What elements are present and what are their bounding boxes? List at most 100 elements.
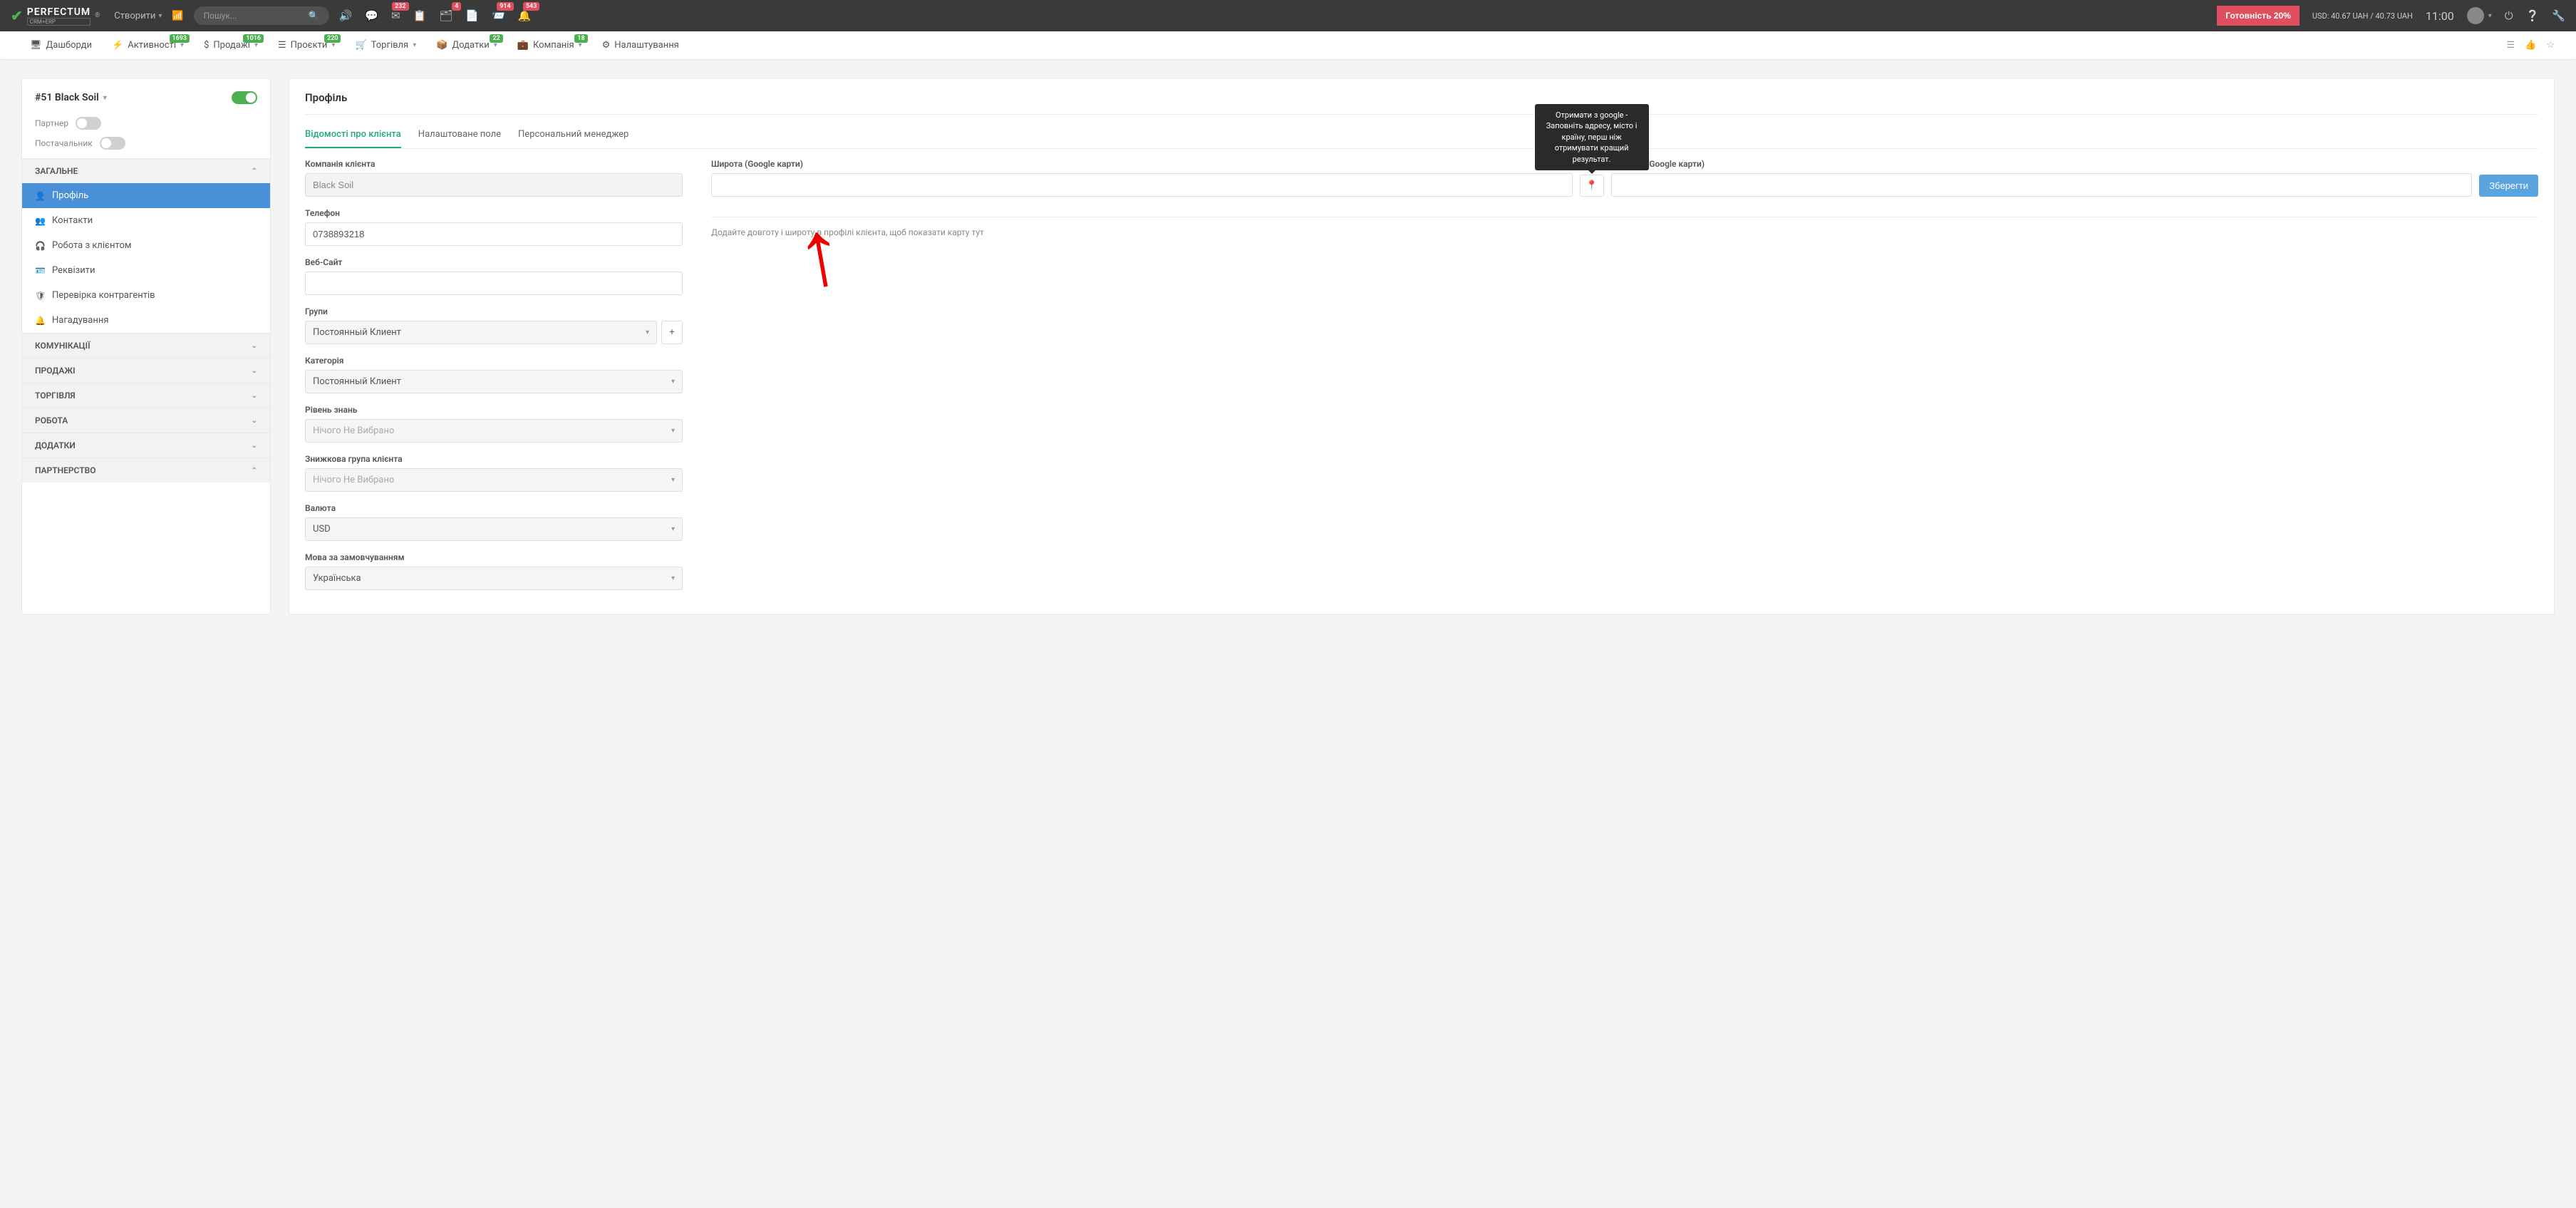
bolt-icon: ⚡ [112, 40, 123, 51]
lat-input[interactable] [711, 173, 1573, 197]
partner-toggle[interactable] [76, 117, 101, 130]
chat-icon[interactable]: 💬 [365, 9, 378, 22]
nav-label: Проєкти [291, 40, 328, 51]
mail-icon[interactable]: ✉ 232 [391, 9, 400, 22]
menu-contacts-label: Контакти [52, 215, 93, 226]
active-toggle[interactable] [232, 91, 257, 104]
category-value: Постоянный Клиент [313, 376, 401, 387]
create-menu[interactable]: Створити ▾ [114, 11, 162, 21]
menu-reminders-label: Нагадування [52, 315, 109, 326]
tab-personal-manager[interactable]: Персональний менеджер [518, 122, 629, 148]
speaker-icon[interactable]: 🔊 [339, 9, 353, 22]
knowledge-select[interactable]: Нічого Не Вибрано ▾ [305, 419, 683, 443]
groups-select[interactable]: Постоянный Клиент ▾ [305, 321, 657, 344]
category-select[interactable]: Постоянный Клиент ▾ [305, 370, 683, 393]
mail-badge: 232 [392, 2, 408, 11]
discount-select[interactable]: Нічого Не Вибрано ▾ [305, 468, 683, 492]
readiness-button[interactable]: Готовність 20% [2217, 6, 2300, 26]
discount-label: Знижкова група клієнта [305, 454, 683, 464]
stats-icon[interactable]: 📶 [172, 11, 183, 21]
nav-activities[interactable]: ⚡ Активності ▾ 1693 [103, 40, 192, 51]
chevron-down-icon: ⌄ [252, 442, 257, 450]
box-icon: 📦 [436, 40, 448, 51]
power-icon[interactable]: ⏻ [2505, 9, 2513, 22]
page-body: #51 Black Soil ▾ Партнер Постачальник ЗА… [0, 60, 2576, 633]
annotation-arrow: ↑ [787, 195, 852, 311]
menu-reminders[interactable]: 🔔 Нагадування [22, 308, 270, 333]
nav-badge: 1693 [170, 34, 190, 43]
chevron-down-icon: ▾ [671, 427, 675, 435]
nav-sales[interactable]: $ Продажі ▾ 1016 [195, 40, 267, 51]
phone-input[interactable] [305, 222, 683, 246]
topbar-icons: 🔊 💬 ✉ 232 📋 🗂 4 📄 📨 914 🔔 543 [339, 9, 532, 22]
menu-requisites[interactable]: 🪪 Реквізити [22, 258, 270, 283]
lon-input[interactable] [1611, 173, 2473, 197]
help-icon[interactable]: ❔ [2526, 9, 2540, 22]
dollar-icon: $ [204, 40, 209, 51]
google-tooltip: Отримати з google - Заповніть адресу, мі… [1535, 104, 1649, 170]
lat-label: Широта (Google карти) [711, 159, 1573, 169]
form-right: Широта (Google карти) 📍 Отримати з googl… [711, 159, 2538, 602]
tab-client-info[interactable]: Відомості про клієнта [305, 122, 401, 148]
chevron-down-icon: ⌄ [252, 417, 257, 425]
website-input[interactable] [305, 272, 683, 295]
section-addons-label: ДОДАТКИ [35, 440, 76, 450]
tab-custom-field[interactable]: Налаштоване поле [418, 122, 501, 148]
inbox-icon[interactable]: 📨 914 [492, 9, 505, 22]
menu-counterparty[interactable]: 🛡 Перевірка контрагентів [22, 283, 270, 308]
menu-work[interactable]: 🎧 Робота з клієнтом [22, 233, 270, 258]
thumbs-icon[interactable]: 👍 [2525, 40, 2536, 51]
lang-select[interactable]: Українська ▾ [305, 567, 683, 590]
supplier-toggle[interactable] [100, 137, 125, 150]
wrench-icon[interactable]: 🔧 [2552, 9, 2565, 22]
doc-icon[interactable]: 📄 [465, 9, 479, 22]
lang-value: Українська [313, 573, 361, 584]
main-title: Профіль [305, 91, 2538, 115]
bell-badge: 543 [523, 2, 539, 11]
nav-trade[interactable]: 🛒 Торгівля ▾ [346, 40, 425, 51]
stack-icon[interactable]: ☰ [2507, 40, 2515, 51]
section-comm[interactable]: КОМУНІКАЦІЇ⌄ [22, 333, 270, 358]
clock-label: 11:00 [2426, 9, 2454, 23]
partner-label: Партнер [35, 118, 68, 128]
save-button[interactable]: Зберегти [2479, 175, 2538, 197]
nav-dashboards[interactable]: 🖥 Дашборди [21, 40, 100, 51]
company-input [305, 173, 683, 197]
chevron-down-icon: ▾ [671, 378, 675, 386]
logo[interactable]: ✔ PERFECTUM CRM+ERP ® [11, 6, 100, 26]
nav-settings[interactable]: ⚙ Налаштування [594, 40, 688, 51]
section-trade[interactable]: ТОРГІВЛЯ⌄ [22, 383, 270, 408]
sidebar-roles: Партнер Постачальник [22, 114, 270, 158]
search-input[interactable]: Пошук... 🔍 [194, 6, 329, 25]
section-partner[interactable]: ПАРТНЕРСТВО⌃ [22, 458, 270, 482]
nav-company[interactable]: 💼 Компанія ▾ 18 [509, 40, 591, 51]
currency-select[interactable]: USD ▾ [305, 517, 683, 541]
section-work[interactable]: РОБОТА⌄ [22, 408, 270, 433]
headset-icon: 🎧 [35, 241, 45, 251]
menu-profile-label: Профіль [52, 190, 88, 201]
star-icon[interactable]: ☆ [2546, 40, 2555, 51]
client-title[interactable]: #51 Black Soil ▾ [35, 92, 107, 103]
section-addons[interactable]: ДОДАТКИ ⌄ [22, 433, 270, 458]
section-trade-label: ТОРГІВЛЯ [35, 391, 76, 401]
chevron-down-icon: ▾ [413, 41, 416, 49]
menu-contacts[interactable]: 👥 Контакти [22, 208, 270, 233]
add-group-button[interactable]: + [661, 321, 683, 344]
section-general[interactable]: ЗАГАЛЬНЕ ⌃ [22, 158, 270, 183]
nav-addons[interactable]: 📦 Додатки ▾ 22 [428, 40, 506, 51]
nav-label: Компанія [533, 40, 574, 51]
nav-projects[interactable]: ☰ Проєкти ▾ 220 [269, 40, 343, 51]
section-sales[interactable]: ПРОДАЖІ⌄ [22, 358, 270, 383]
nav-right-icons: ☰ 👍 ☆ [2507, 40, 2555, 51]
user-menu[interactable]: ▾ [2467, 7, 2492, 24]
website-label: Веб-Сайт [305, 257, 683, 267]
form-area: Компанія клієнта Телефон Веб-Сайт Групи … [305, 159, 2538, 602]
clipboard-icon[interactable]: 📋 [413, 9, 427, 22]
notif-badge: 914 [497, 2, 513, 11]
monitor-icon: 🖥 [30, 40, 42, 51]
card-icon: 🪪 [35, 266, 45, 276]
bell-icon[interactable]: 🔔 543 [518, 9, 532, 22]
fetch-google-button[interactable]: 📍 Отримати з google - Заповніть адресу, … [1580, 175, 1604, 197]
tasks-icon[interactable]: 🗂 4 [439, 9, 452, 22]
menu-profile[interactable]: 👤 Профіль [22, 183, 270, 208]
